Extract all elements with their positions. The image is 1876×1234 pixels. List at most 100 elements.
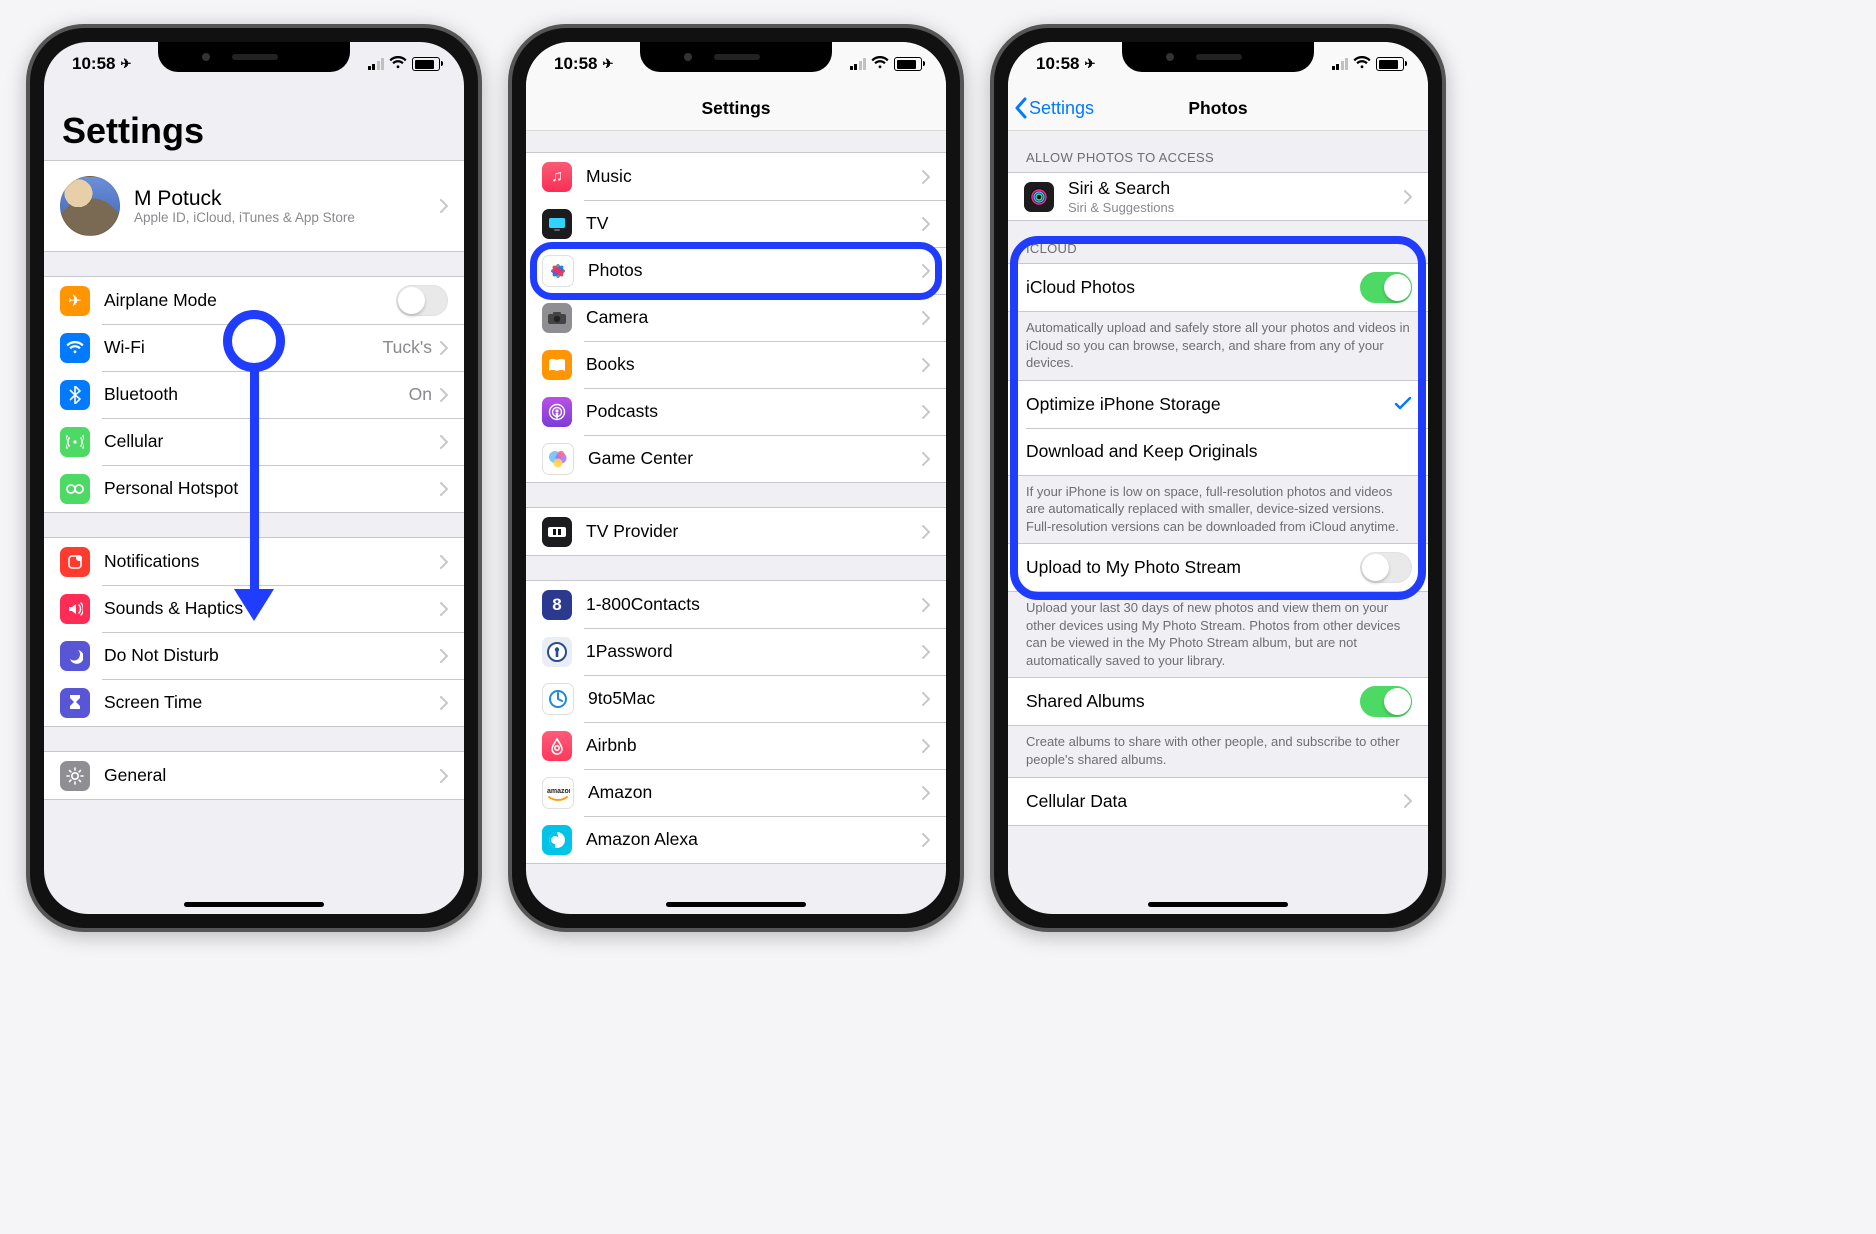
tv-icon — [542, 209, 572, 239]
notifications-label: Notifications — [104, 551, 440, 572]
row-gamecenter[interactable]: Game Center — [526, 435, 946, 482]
row-bluetooth[interactable]: Bluetooth On — [44, 371, 464, 418]
chevron-right-icon — [440, 388, 448, 402]
chevron-right-icon — [922, 598, 930, 612]
chevron-right-icon — [922, 739, 930, 753]
row-sounds[interactable]: Sounds & Haptics — [44, 585, 464, 632]
location-icon: ✈︎ — [602, 56, 613, 72]
chevron-right-icon — [922, 217, 930, 231]
chevron-right-icon — [440, 649, 448, 663]
gamecenter-icon — [542, 443, 574, 475]
bluetooth-label: Bluetooth — [104, 384, 409, 405]
app-alexa-icon — [542, 825, 572, 855]
row-9to5mac[interactable]: 9to5Mac — [526, 675, 946, 722]
chevron-right-icon — [922, 692, 930, 706]
sounds-label: Sounds & Haptics — [104, 598, 440, 619]
wifi-icon — [389, 54, 407, 74]
row-tv[interactable]: TV — [526, 200, 946, 247]
battery-icon — [412, 57, 440, 71]
gamecenter-label: Game Center — [588, 448, 922, 469]
bluetooth-detail: On — [409, 384, 432, 405]
row-books[interactable]: Books — [526, 341, 946, 388]
music-icon: ♫ — [542, 162, 572, 192]
row-cellular-data[interactable]: Cellular Data — [1008, 778, 1428, 825]
storage-description: If your iPhone is low on space, full-res… — [1008, 476, 1428, 544]
wifi-icon — [871, 54, 889, 74]
shared-toggle[interactable] — [1360, 686, 1412, 717]
siri-subtitle: Siri & Suggestions — [1068, 200, 1404, 215]
row-hotspot[interactable]: Personal Hotspot — [44, 465, 464, 512]
chevron-right-icon — [922, 170, 930, 184]
airbnb-label: Airbnb — [586, 735, 922, 756]
home-indicator[interactable] — [184, 902, 324, 907]
row-download-originals[interactable]: Download and Keep Originals — [1008, 428, 1428, 475]
app-9to5-icon — [542, 683, 574, 715]
icloud-photos-toggle[interactable] — [1360, 272, 1412, 303]
chevron-right-icon — [922, 525, 930, 539]
books-icon — [542, 350, 572, 380]
airplane-label: Airplane Mode — [104, 290, 396, 311]
chevron-right-icon — [440, 199, 448, 213]
camera-icon — [542, 303, 572, 333]
notifications-icon — [60, 547, 90, 577]
podcasts-icon — [542, 397, 572, 427]
shared-description: Create albums to share with other people… — [1008, 726, 1428, 776]
row-dnd[interactable]: Do Not Disturb — [44, 632, 464, 679]
row-shared-albums[interactable]: Shared Albums — [1008, 678, 1428, 725]
wifi-settings-icon — [60, 333, 90, 363]
app-1password-icon — [542, 637, 572, 667]
row-music[interactable]: ♫ Music — [526, 153, 946, 200]
cellular-label: Cellular — [104, 431, 440, 452]
nav-bar: Settings Photos — [1008, 86, 1428, 131]
download-label: Download and Keep Originals — [1026, 441, 1412, 462]
row-photostream[interactable]: Upload to My Photo Stream — [1008, 544, 1428, 591]
row-screentime[interactable]: Screen Time — [44, 679, 464, 726]
general-label: General — [104, 765, 440, 786]
home-indicator[interactable] — [666, 902, 806, 907]
siri-icon — [1024, 182, 1054, 212]
row-alexa[interactable]: Amazon Alexa — [526, 816, 946, 863]
chevron-right-icon — [922, 358, 930, 372]
apple-id-row[interactable]: M Potuck Apple ID, iCloud, iTunes & App … — [44, 161, 464, 251]
row-notifications[interactable]: Notifications — [44, 538, 464, 585]
row-airplane-mode[interactable]: ✈︎ Airplane Mode — [44, 277, 464, 324]
music-label: Music — [586, 166, 922, 187]
row-wifi[interactable]: Wi-Fi Tuck's — [44, 324, 464, 371]
cellular-data-label: Cellular Data — [1026, 791, 1404, 812]
chevron-right-icon — [440, 435, 448, 449]
row-1800contacts[interactable]: 8 1-800Contacts — [526, 581, 946, 628]
tvprovider-icon — [542, 517, 572, 547]
apple-id-name: M Potuck — [134, 187, 222, 210]
row-tvprovider[interactable]: TV Provider — [526, 508, 946, 555]
row-optimize-storage[interactable]: Optimize iPhone Storage — [1008, 381, 1428, 428]
airplane-toggle[interactable] — [396, 285, 448, 316]
row-amazon[interactable]: amazon Amazon — [526, 769, 946, 816]
row-podcasts[interactable]: Podcasts — [526, 388, 946, 435]
general-icon — [60, 761, 90, 791]
battery-icon — [894, 57, 922, 71]
bluetooth-icon — [60, 380, 90, 410]
photos-icon — [542, 255, 574, 287]
row-1password[interactable]: 1Password — [526, 628, 946, 675]
screentime-label: Screen Time — [104, 692, 440, 713]
page-title: Settings — [44, 86, 464, 160]
app-1800-icon: 8 — [542, 590, 572, 620]
cellular-signal-icon — [368, 58, 385, 70]
row-camera[interactable]: Camera — [526, 294, 946, 341]
row-cellular[interactable]: Cellular — [44, 418, 464, 465]
app-amazon-icon: amazon — [542, 777, 574, 809]
device-notch — [158, 42, 350, 72]
home-indicator[interactable] — [1148, 902, 1288, 907]
row-general[interactable]: General — [44, 752, 464, 799]
apple-id-subtitle: Apple ID, iCloud, iTunes & App Store — [134, 211, 440, 226]
row-photos[interactable]: Photos — [526, 247, 946, 294]
photostream-toggle[interactable] — [1360, 552, 1412, 583]
row-airbnb[interactable]: Airbnb — [526, 722, 946, 769]
cellular-signal-icon — [1332, 58, 1349, 70]
back-button[interactable]: Settings — [1014, 97, 1094, 119]
nav-title: Settings — [701, 98, 770, 119]
svg-text:amazon: amazon — [547, 788, 570, 795]
row-icloud-photos[interactable]: iCloud Photos — [1008, 264, 1428, 311]
row-siri-search[interactable]: Siri & Search Siri & Suggestions — [1008, 173, 1428, 220]
chevron-right-icon — [922, 264, 930, 278]
